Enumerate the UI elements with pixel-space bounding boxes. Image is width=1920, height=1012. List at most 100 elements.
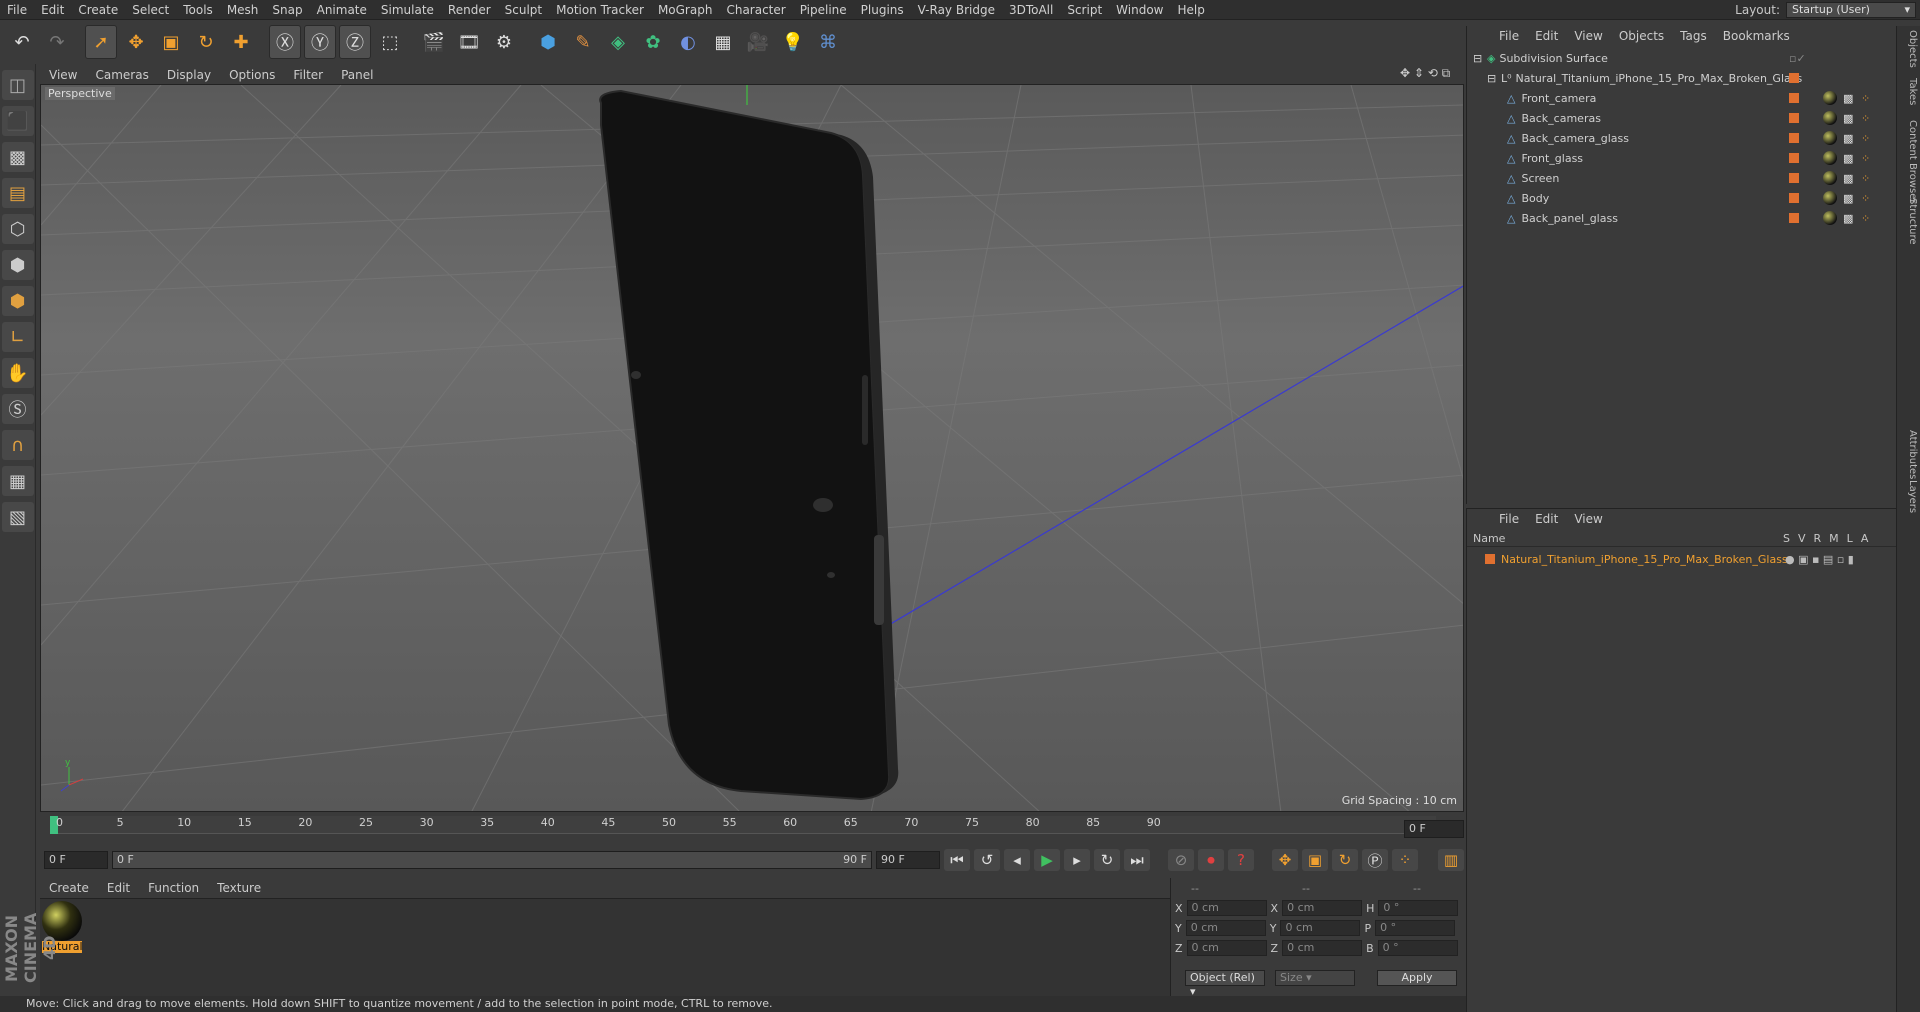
key-pla-icon[interactable]: ⁘ [1392,849,1418,871]
side-tab[interactable]: Takes [1900,78,1918,105]
menu-item[interactable]: Pipeline [793,3,854,17]
record-icon[interactable]: ⏺ [1198,849,1224,871]
lock-workplane-icon[interactable]: ▦ [1,466,34,496]
workplane-icon[interactable]: ▤ [1,178,34,208]
menu-item[interactable]: Render [441,3,498,17]
texture-tag-icon[interactable]: ▩ [1843,132,1853,145]
viewport[interactable]: y Perspective Grid Spacing : 10 cm [40,84,1464,812]
next-key-icon[interactable]: ↻ [1094,849,1120,871]
side-tab[interactable]: Structure [1900,198,1918,245]
material-menu-item[interactable]: Create [40,881,98,895]
object-row[interactable]: △ Back_panel_glass ▩ ⁘ [1467,208,1897,228]
layer-menu-item[interactable]: View [1566,512,1610,526]
texture-tag-icon[interactable]: ▩ [1843,152,1853,165]
coord-y-pos[interactable]: 0 cm [1185,920,1266,936]
autokey-icon[interactable]: ? [1228,849,1254,871]
z-axis-lock-icon[interactable]: Ⓩ [339,25,371,59]
next-frame-icon[interactable]: ▸ [1064,849,1090,871]
layer-row[interactable]: Natural_Titanium_iPhone_15_Pro_Max_Broke… [1467,549,1897,569]
material-tag-icon[interactable] [1823,131,1837,145]
texture-tag-icon[interactable]: ▩ [1843,112,1853,125]
magnet-icon[interactable]: ∩ [1,430,34,460]
coord-b-rot[interactable]: 0 ° [1377,940,1458,956]
menu-item[interactable]: Character [719,3,792,17]
menu-item[interactable]: Sculpt [498,3,549,17]
selection-tag-icon[interactable]: ⁘ [1861,212,1870,225]
planar-workplane-icon[interactable]: ▧ [1,502,34,532]
timeline-ruler[interactable]: 0 5 10 15 20 25 30 35 40 45 50 55 60 65 70 75 80 85 90 [50,816,1436,834]
object-row-subdivision[interactable]: ⊟ ◈ Subdivision Surface ▫✓ [1467,48,1897,68]
key-position-icon[interactable]: ✥ [1272,849,1298,871]
menu-item[interactable]: Animate [310,3,374,17]
selection-tag-icon[interactable]: ⁘ [1861,132,1870,145]
coord-z-size[interactable]: 0 cm [1282,940,1363,956]
goto-end-icon[interactable]: ⏭ [1124,849,1150,871]
menu-item[interactable]: Window [1109,3,1170,17]
selection-tag-icon[interactable]: ⁘ [1861,172,1870,185]
layer-toggles[interactable]: ● ▣ ▪ ▤ ▫ ▮ [1785,553,1854,566]
viewport-menu-item[interactable]: Panel [332,68,382,82]
object-row[interactable]: △ Front_glass ▩ ⁘ [1467,148,1897,168]
selection-tag-icon[interactable]: ⁘ [1861,192,1870,205]
coord-p-rot[interactable]: 0 ° [1375,920,1456,936]
object-row[interactable]: △ Screen ▩ ⁘ [1467,168,1897,188]
key-scale-icon[interactable]: ▣ [1302,849,1328,871]
motion-record-icon[interactable]: ⊘ [1168,849,1194,871]
snap-icon[interactable]: Ⓢ [1,394,34,424]
x-axis-lock-icon[interactable]: Ⓧ [269,25,301,59]
edges-mode-icon[interactable]: ⬢ [1,250,34,280]
frame-range-slider[interactable]: 0 F 90 F [112,851,872,869]
object-row[interactable]: △ Back_cameras ▩ ⁘ [1467,108,1897,128]
viewport-menu-item[interactable]: Display [158,68,220,82]
cloner-icon[interactable]: ✿ [637,25,669,59]
texture-tag-icon[interactable]: ▩ [1843,92,1853,105]
goto-start-icon[interactable]: ⏮ [944,849,970,871]
deformer-icon[interactable]: ◐ [672,25,704,59]
scale-tool-icon[interactable]: ▣ [155,25,187,59]
render-picture-viewer-icon[interactable]: 🎞 [453,25,485,59]
material-tag-icon[interactable] [1823,91,1837,105]
coord-h-rot[interactable]: 0 ° [1378,900,1459,916]
timeline[interactable]: 0 5 10 15 20 25 30 35 40 45 50 55 60 65 70 75 80 85 90 0 F [40,814,1466,848]
menu-item[interactable]: Help [1170,3,1211,17]
coordinate-system-icon[interactable]: ⬚ [374,25,406,59]
object-menu-item[interactable]: Edit [1527,29,1566,43]
start-frame-field[interactable]: 0 F [44,851,108,869]
coord-x-size[interactable]: 0 cm [1282,900,1363,916]
coord-size-dropdown[interactable]: Size ▾ [1275,970,1355,986]
texture-tag-icon[interactable]: ▩ [1843,192,1853,205]
select-tool-icon[interactable]: ➚ [85,25,117,59]
coord-z-pos[interactable]: 0 cm [1186,940,1267,956]
menu-item[interactable]: Simulate [374,3,441,17]
layer-menu-item[interactable]: Edit [1527,512,1566,526]
menu-item[interactable]: Tools [176,3,220,17]
material-menu-item[interactable]: Function [139,881,208,895]
collapse-icon[interactable]: ⊟ [1473,52,1487,65]
texture-mode-icon[interactable]: ▩ [1,142,34,172]
material-tag-icon[interactable] [1823,171,1837,185]
polygons-mode-icon[interactable]: ⬢ [1,286,34,316]
coord-x-pos[interactable]: 0 cm [1186,900,1267,916]
menu-item[interactable]: Mesh [220,3,266,17]
menu-item[interactable]: Script [1060,3,1109,17]
side-tab[interactable]: Layers [1900,480,1918,513]
menu-item[interactable]: Snap [265,3,309,17]
light-icon[interactable]: 💡 [777,25,809,59]
prev-frame-icon[interactable]: ◂ [1004,849,1030,871]
current-frame-field[interactable]: 0 F [1404,820,1464,838]
material-menu-item[interactable]: Texture [208,881,270,895]
selection-tag-icon[interactable]: ⁘ [1861,152,1870,165]
object-menu-item[interactable]: Objects [1611,29,1672,43]
material-tag-icon[interactable] [1823,211,1837,225]
layer-color-swatch[interactable] [1485,554,1495,564]
object-row[interactable]: △ Back_camera_glass ▩ ⁘ [1467,128,1897,148]
object-menu-item[interactable]: Tags [1672,29,1715,43]
viewport-camera-label[interactable]: Perspective [45,87,115,100]
viewport-nav-icons[interactable]: ✥ ⇕ ⟲ ⧉ [1400,66,1450,81]
rotate-tool-icon[interactable]: ↻ [190,25,222,59]
undo-icon[interactable]: ↶ [6,25,38,59]
points-mode-icon[interactable]: ⬡ [1,214,34,244]
material-menu-item[interactable]: Edit [98,881,139,895]
model-mode-icon[interactable]: ⬛ [1,106,34,136]
object-menu-item[interactable]: Bookmarks [1715,29,1798,43]
